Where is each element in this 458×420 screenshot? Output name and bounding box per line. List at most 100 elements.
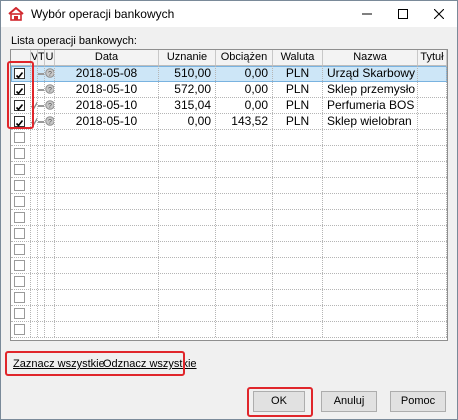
table-row[interactable] xyxy=(11,146,447,162)
header-data[interactable]: Data xyxy=(55,50,159,65)
cell-u xyxy=(45,322,55,337)
table-row[interactable] xyxy=(11,194,447,210)
row-checkbox[interactable] xyxy=(14,276,25,287)
row-checkbox[interactable] xyxy=(14,164,25,175)
table-row[interactable] xyxy=(11,130,447,146)
cell-tytul xyxy=(418,210,447,225)
cell-t xyxy=(38,98,45,113)
cell-obciazenie: 143,52 xyxy=(216,114,273,129)
question-icon: ? xyxy=(45,84,54,94)
cell-v xyxy=(31,274,38,289)
table-row[interactable] xyxy=(11,274,447,290)
row-checkbox[interactable] xyxy=(14,100,25,111)
table-row[interactable] xyxy=(11,258,447,274)
row-checkbox[interactable] xyxy=(14,212,25,223)
cell-v xyxy=(31,98,38,113)
cell-nazwa: Urząd Skarbowy xyxy=(323,66,418,81)
row-checkbox[interactable] xyxy=(14,228,25,239)
cell-waluta: PLN xyxy=(273,82,323,97)
table-row[interactable] xyxy=(11,162,447,178)
cell-waluta xyxy=(273,242,323,257)
row-checkbox[interactable] xyxy=(14,244,25,255)
cell-tytul xyxy=(418,306,447,321)
cell-waluta: PLN xyxy=(273,114,323,129)
cell-nazwa xyxy=(323,290,418,305)
row-checkbox[interactable] xyxy=(14,148,25,159)
row-checkbox[interactable] xyxy=(14,116,25,127)
maximize-icon xyxy=(398,9,408,19)
cell-checkbox xyxy=(11,162,31,177)
minimize-icon xyxy=(362,13,372,15)
row-checkbox[interactable] xyxy=(14,308,25,319)
cell-date xyxy=(55,178,159,193)
help-button[interactable]: Pomoc xyxy=(390,391,446,412)
cell-u xyxy=(45,226,55,241)
header-checkbox-col[interactable] xyxy=(11,50,31,65)
operations-table[interactable]: V T U Data Uznanie Obciążen Waluta Nazwa… xyxy=(10,49,448,341)
row-checkbox[interactable] xyxy=(14,84,25,95)
check-icon xyxy=(15,120,24,127)
cell-checkbox xyxy=(11,114,31,129)
header-t[interactable]: T xyxy=(38,50,45,65)
deselect-all-link[interactable]: Odznacz wszystkie xyxy=(103,358,197,370)
table-row[interactable] xyxy=(11,210,447,226)
cell-u xyxy=(45,306,55,321)
table-row[interactable]: ? 2018-05-08 510,00 0,00 PLN Urząd Skarbowy xyxy=(11,66,447,82)
table-row[interactable]: ? 2018-05-10 572,00 0,00 PLN Sklep przemysło xyxy=(11,82,447,98)
header-nazwa[interactable]: Nazwa xyxy=(323,50,418,65)
check-icon xyxy=(15,88,24,95)
cell-nazwa: Perfumeria BOS xyxy=(323,98,418,113)
ok-button[interactable]: OK xyxy=(253,391,305,412)
cell-tytul xyxy=(418,162,447,177)
cell-tytul xyxy=(418,98,447,113)
cell-uznanie xyxy=(159,210,216,225)
close-button[interactable] xyxy=(421,1,457,27)
table-row[interactable] xyxy=(11,306,447,322)
cell-obciazenie xyxy=(216,226,273,241)
cell-u xyxy=(45,130,55,145)
cell-waluta: PLN xyxy=(273,66,323,81)
table-row[interactable] xyxy=(11,290,447,306)
cell-v xyxy=(31,258,38,273)
cell-v xyxy=(31,114,38,129)
cell-uznanie xyxy=(159,258,216,273)
cell-v xyxy=(31,290,38,305)
row-checkbox[interactable] xyxy=(14,132,25,143)
header-v[interactable]: V xyxy=(31,50,38,65)
cell-checkbox xyxy=(11,66,31,81)
cell-t xyxy=(38,274,45,289)
row-checkbox[interactable] xyxy=(14,180,25,191)
header-u[interactable]: U xyxy=(45,50,55,65)
cell-t xyxy=(38,130,45,145)
header-obciazenie[interactable]: Obciążen xyxy=(216,50,273,65)
cancel-button[interactable]: Anuluj xyxy=(321,391,377,412)
select-all-link[interactable]: Zaznacz wszystkie xyxy=(13,358,105,370)
maximize-button[interactable] xyxy=(385,1,421,27)
cell-tytul xyxy=(418,114,447,129)
row-checkbox[interactable] xyxy=(14,324,25,335)
row-checkbox[interactable] xyxy=(14,260,25,271)
table-row[interactable] xyxy=(11,242,447,258)
table-row[interactable] xyxy=(11,226,447,242)
minimize-button[interactable] xyxy=(349,1,385,27)
table-row[interactable] xyxy=(11,178,447,194)
row-checkbox[interactable] xyxy=(14,196,25,207)
cell-u xyxy=(45,146,55,161)
cell-v xyxy=(31,194,38,209)
cell-uznanie xyxy=(159,242,216,257)
row-checkbox[interactable] xyxy=(14,292,25,303)
row-checkbox[interactable] xyxy=(14,68,25,79)
link-arrow-icon xyxy=(38,73,44,75)
cell-obciazenie: 0,00 xyxy=(216,98,273,113)
table-row[interactable]: ? 2018-05-10 0,00 143,52 PLN Sklep wielobran xyxy=(11,114,447,130)
header-waluta[interactable]: Waluta xyxy=(273,50,323,65)
header-uznanie[interactable]: Uznanie xyxy=(159,50,216,65)
app-logo-icon xyxy=(8,7,24,21)
cell-date xyxy=(55,210,159,225)
cell-nazwa xyxy=(323,226,418,241)
table-row[interactable]: ? 2018-05-10 315,04 0,00 PLN Perfumeria BOS xyxy=(11,98,447,114)
header-tytul[interactable]: Tytuł xyxy=(418,50,447,65)
cell-date xyxy=(55,226,159,241)
svg-text:?: ? xyxy=(48,71,52,78)
table-row[interactable] xyxy=(11,322,447,338)
